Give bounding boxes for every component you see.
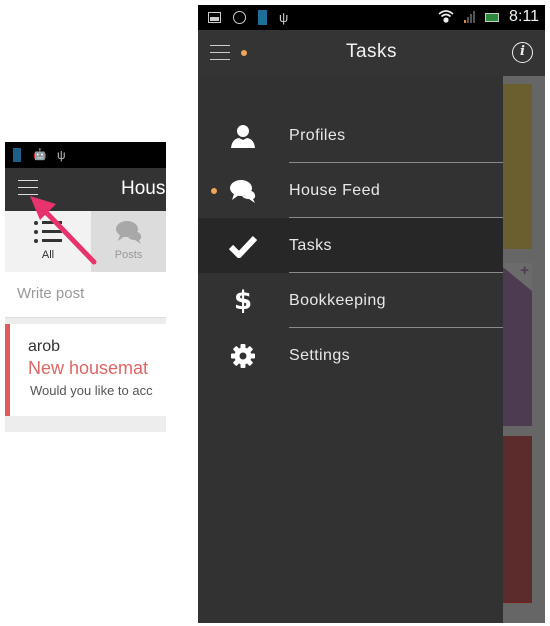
person-icon: [228, 121, 258, 151]
checkmark-icon: [228, 231, 258, 261]
post-card[interactable]: arob New housemat Would you like to acc: [5, 324, 166, 416]
task-card[interactable]: [498, 436, 532, 603]
navigation-drawer: Profiles House Feed Tasks $ Bookkeeping …: [198, 76, 503, 623]
tab-all-label: All: [41, 249, 55, 261]
drawer-item-settings[interactable]: Settings: [198, 328, 503, 383]
usb-icon: ψ: [57, 148, 66, 162]
gallery-icon: [208, 12, 221, 23]
dollar-icon: $: [233, 285, 253, 316]
chat-bubbles-icon: [115, 221, 141, 244]
status-time: 8:11: [509, 8, 539, 25]
mini-tabs: All Posts: [5, 211, 166, 272]
usb-icon: ψ: [279, 9, 289, 25]
task-card[interactable]: [498, 84, 532, 249]
drawer-item-house-feed[interactable]: House Feed: [198, 163, 503, 218]
gear-icon: [228, 341, 258, 371]
post-author: arob: [28, 338, 61, 355]
write-post-input[interactable]: Write post: [5, 272, 166, 318]
menu-icon[interactable]: [18, 180, 38, 196]
drawer-item-label: Profiles: [289, 126, 346, 144]
tab-posts-label: Posts: [114, 249, 143, 261]
mini-screenshot: 🤖 ψ Hous All Posts Write post arob New h…: [5, 142, 166, 432]
mini-app-title: Hous: [121, 178, 166, 199]
mini-app-bar: Hous: [5, 168, 166, 211]
mini-status-bar: 🤖 ψ: [5, 142, 166, 168]
drawer-item-label: House Feed: [289, 181, 381, 199]
sim-icon: [258, 10, 267, 25]
drawer-item-tasks[interactable]: Tasks: [198, 218, 503, 273]
chat-bubbles-icon: [228, 176, 258, 206]
drawer-item-label: Settings: [289, 346, 351, 364]
wifi-icon: [438, 9, 454, 26]
drawer-item-bookkeeping[interactable]: $ Bookkeeping: [198, 273, 503, 328]
android-icon: 🤖: [33, 149, 47, 161]
whatsapp-icon: [233, 11, 246, 24]
notification-dot: [211, 188, 217, 194]
signal-icon: [464, 11, 476, 23]
tab-posts[interactable]: Posts: [91, 211, 166, 272]
post-body: Would you like to acc: [30, 383, 153, 398]
drawer-item-label: Tasks: [289, 236, 332, 254]
battery-icon: [485, 12, 500, 22]
task-card[interactable]: +: [498, 262, 532, 426]
drawer-item-profiles[interactable]: Profiles: [198, 108, 503, 163]
drawer-menu: Profiles House Feed Tasks $ Bookkeeping …: [198, 108, 503, 383]
drawer-item-label: Bookkeeping: [289, 291, 386, 309]
post-title: New housemat: [28, 358, 149, 378]
phone-screen: ψ 8:11 Tasks i + Profiles House Feed Tas…: [198, 5, 545, 623]
sim-icon: [13, 148, 21, 162]
list-icon: [34, 219, 62, 245]
page-title: Tasks: [345, 41, 398, 62]
tab-all[interactable]: All: [5, 211, 91, 272]
app-bar: Tasks i: [198, 30, 545, 76]
status-bar: ψ 8:11: [198, 5, 545, 30]
add-icon[interactable]: +: [520, 262, 529, 279]
info-icon[interactable]: i: [512, 42, 533, 63]
